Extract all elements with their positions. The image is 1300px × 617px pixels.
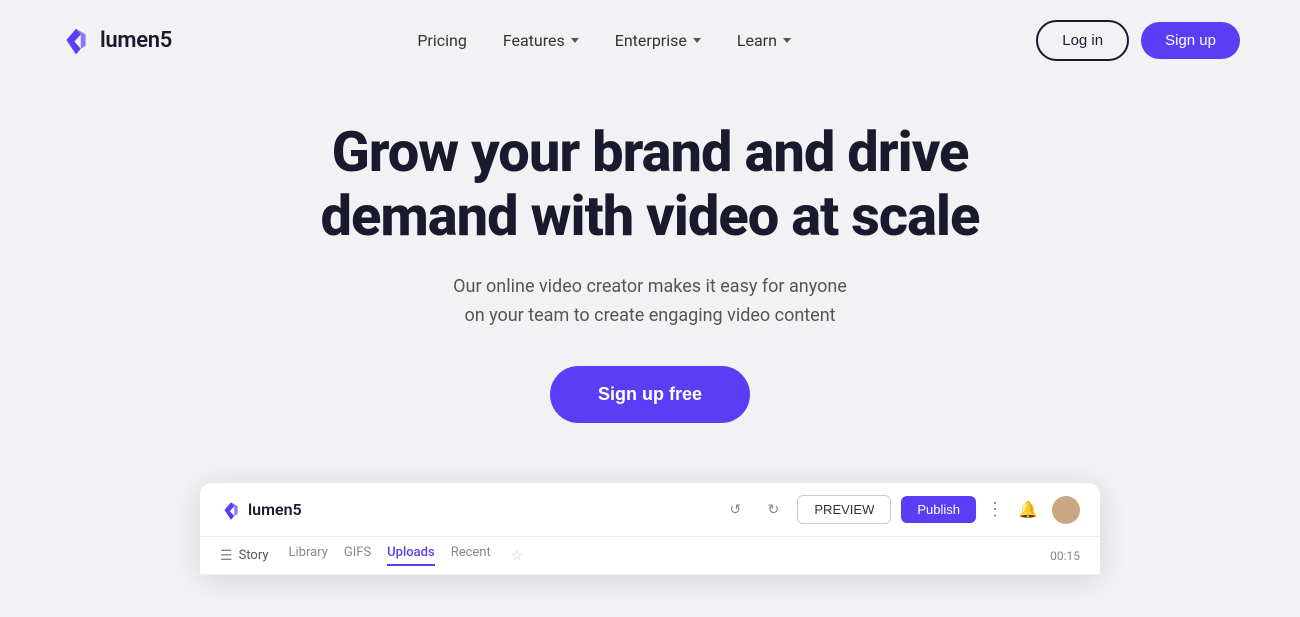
nav-features[interactable]: Features xyxy=(503,31,579,50)
app-logo-text: lumen5 xyxy=(248,500,302,519)
nav-pricing[interactable]: Pricing xyxy=(417,31,467,50)
hero-title: Grow your brand and drive demand with vi… xyxy=(321,120,980,249)
main-nav: Pricing Features Enterprise Learn xyxy=(417,31,791,50)
notification-icon[interactable]: 🔔 xyxy=(1014,496,1042,524)
auth-buttons: Log in Sign up xyxy=(1036,20,1240,61)
hero-section: Grow your brand and drive demand with vi… xyxy=(0,80,1300,453)
star-icon[interactable]: ☆ xyxy=(511,548,524,564)
app-preview-bar: lumen5 ↺ ↻ PREVIEW Publish ⋮ 🔔 xyxy=(200,483,1100,537)
features-chevron-icon xyxy=(571,38,579,43)
hero-subtitle: Our online video creator makes it easy f… xyxy=(453,273,847,331)
publish-button[interactable]: Publish xyxy=(901,496,976,523)
cta-button[interactable]: Sign up free xyxy=(550,366,750,423)
story-button[interactable]: ☰ Story xyxy=(220,548,269,564)
login-button[interactable]: Log in xyxy=(1036,20,1129,61)
app-logo-icon xyxy=(220,499,242,521)
hamburger-icon: ☰ xyxy=(220,548,233,564)
app-preview: lumen5 ↺ ↻ PREVIEW Publish ⋮ 🔔 ☰ Story L… xyxy=(200,483,1100,575)
nav-enterprise[interactable]: Enterprise xyxy=(615,31,701,50)
tab-library[interactable]: Library xyxy=(289,545,328,566)
enterprise-chevron-icon xyxy=(693,38,701,43)
signup-button[interactable]: Sign up xyxy=(1141,22,1240,59)
preview-button[interactable]: PREVIEW xyxy=(797,495,891,524)
tab-uploads[interactable]: Uploads xyxy=(387,545,435,566)
avatar[interactable] xyxy=(1052,496,1080,524)
app-logo: lumen5 xyxy=(220,499,302,521)
more-options-icon[interactable]: ⋮ xyxy=(986,499,1004,520)
redo-icon[interactable]: ↻ xyxy=(759,496,787,524)
app-tabs: Library GIFS Uploads Recent xyxy=(289,545,491,566)
learn-chevron-icon xyxy=(783,38,791,43)
logo[interactable]: lumen5 xyxy=(60,24,172,56)
nav-learn[interactable]: Learn xyxy=(737,31,791,50)
tab-gifs[interactable]: GIFS xyxy=(344,545,371,566)
undo-icon[interactable]: ↺ xyxy=(721,496,749,524)
logo-text: lumen5 xyxy=(100,28,172,53)
logo-icon xyxy=(60,24,92,56)
app-content-bar: ☰ Story Library GIFS Uploads Recent ☆ 00… xyxy=(200,537,1100,575)
app-bar-right: ↺ ↻ PREVIEW Publish ⋮ 🔔 xyxy=(721,495,1080,524)
tab-recent[interactable]: Recent xyxy=(451,545,491,566)
video-time: 00:15 xyxy=(1050,549,1080,563)
story-label: Story xyxy=(239,548,269,563)
